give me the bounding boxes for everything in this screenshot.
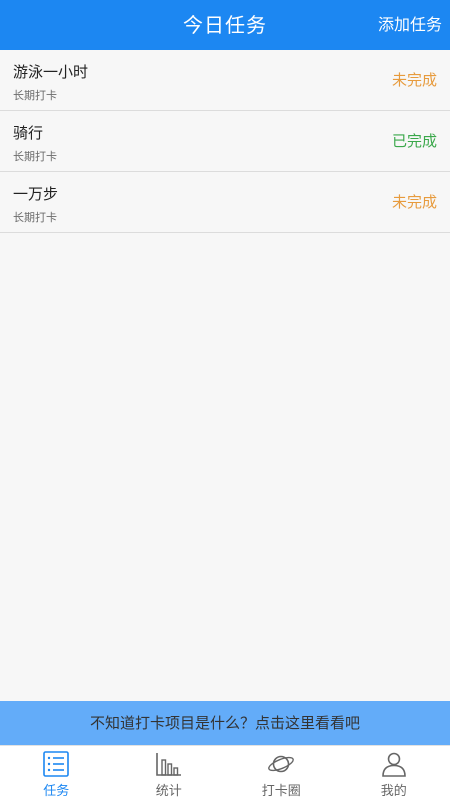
task-subtitle: 长期打卡 [13, 89, 57, 102]
task-list: 游泳一小时 长期打卡 未完成 骑行 长期打卡 已完成 一万步 长期打卡 未完成 [0, 50, 450, 233]
task-list-icon [43, 751, 70, 777]
task-subtitle: 长期打卡 [13, 211, 57, 224]
task-status[interactable]: 已完成 [392, 111, 437, 172]
task-name: 骑行 [13, 124, 44, 142]
tab-checkin-circle[interactable]: 打卡圈 [225, 746, 338, 800]
task-row[interactable]: 游泳一小时 长期打卡 未完成 [0, 50, 450, 111]
tab-mine[interactable]: 我的 [338, 746, 450, 800]
task-name: 一万步 [13, 185, 59, 203]
tab-tasks[interactable]: 任务 [0, 746, 113, 800]
task-row[interactable]: 一万步 长期打卡 未完成 [0, 172, 450, 233]
task-status[interactable]: 未完成 [392, 50, 437, 111]
user-icon [381, 752, 406, 777]
bar-chart-icon [155, 753, 181, 776]
task-row[interactable]: 骑行 长期打卡 已完成 [0, 111, 450, 172]
task-subtitle: 长期打卡 [13, 150, 57, 163]
tab-label: 统计 [155, 784, 182, 799]
add-task-button[interactable]: 添加任务 [378, 0, 442, 50]
planet-icon [268, 755, 295, 773]
tab-statistics[interactable]: 统计 [113, 746, 226, 800]
tab-label: 我的 [380, 784, 407, 799]
app-header: 今日任务 添加任务 [0, 0, 450, 50]
bottom-tab-bar: 任务 统计 打卡圈 我的 [0, 745, 450, 800]
tip-banner[interactable]: 不知道打卡项目是什么？点击这里看看吧 [0, 701, 450, 745]
tab-label: 打卡圈 [261, 784, 301, 799]
task-name: 游泳一小时 [13, 63, 89, 81]
task-status[interactable]: 未完成 [392, 172, 437, 233]
tab-label: 任务 [43, 784, 70, 799]
